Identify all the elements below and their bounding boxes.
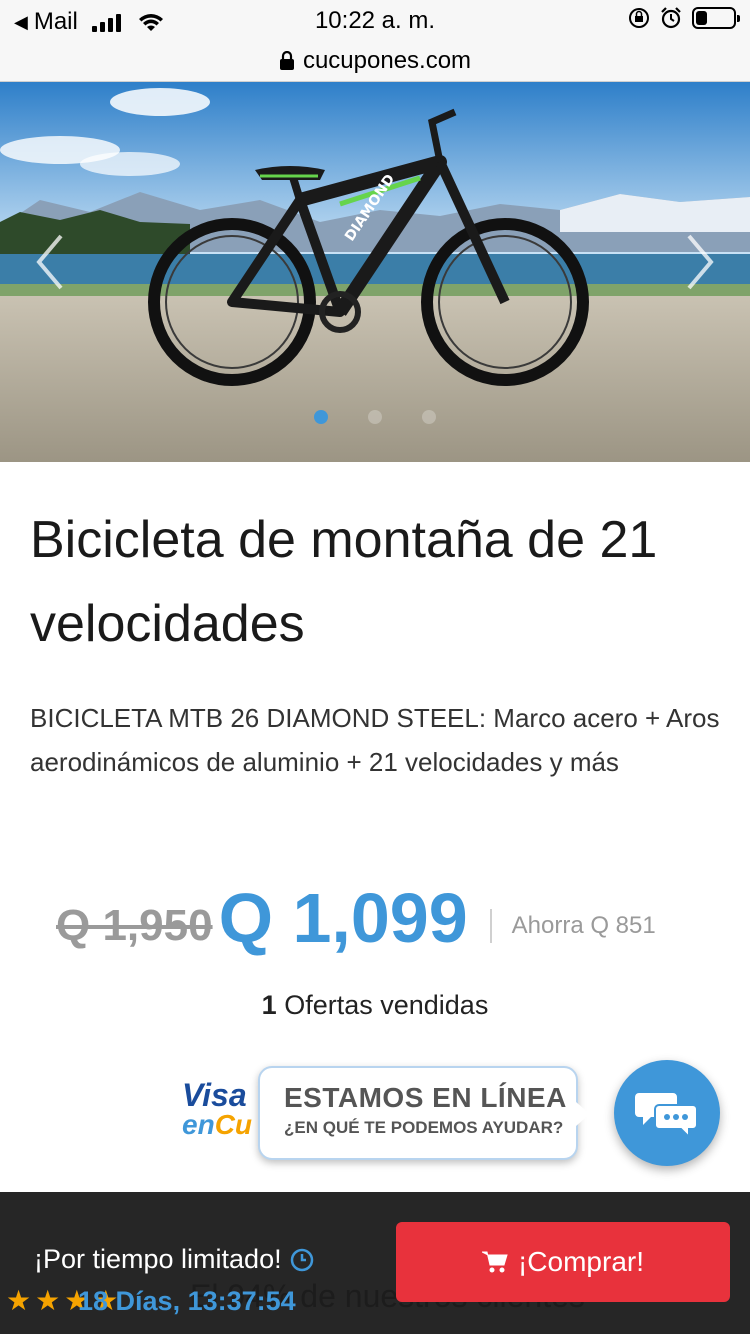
countdown-clock: 13:37:54 xyxy=(187,1286,296,1316)
original-price: Q 1,950 xyxy=(56,901,213,950)
chat-subtitle: ¿EN QUÉ TE PODEMOS AYUDAR? xyxy=(284,1118,564,1137)
battery-level xyxy=(696,11,707,25)
address-bar[interactable]: cucupones.com xyxy=(0,40,750,82)
visa-logo-line2: enCu xyxy=(182,1110,252,1140)
carousel-dot[interactable] xyxy=(368,410,382,424)
bicycle-product-image: DIAMOND xyxy=(0,82,750,462)
status-bar: ◀ Mail 10:22 a. m. xyxy=(0,0,750,40)
sale-price: Q 1,099 xyxy=(218,879,468,957)
sticky-purchase-bar: ★★★★ El 94% de nuestros clientes ¡Por ti… xyxy=(0,1192,750,1334)
chevron-left-icon xyxy=(36,234,63,290)
online-chat-bubble[interactable]: ESTAMOS EN LÍNEA ¿EN QUÉ TE PODEMOS AYUD… xyxy=(258,1066,590,1160)
visa-en-cuotas-logo: Visa enCu xyxy=(182,1077,252,1140)
lock-icon xyxy=(279,50,294,70)
savings-amount: Ahorra Q 851 xyxy=(511,912,656,939)
visa-logo-line1: Visa xyxy=(182,1077,247,1113)
limited-time-text: ¡Por tiempo limitado! xyxy=(34,1244,282,1274)
orientation-lock-icon xyxy=(629,8,649,28)
sold-label: Ofertas vendidas xyxy=(284,990,489,1020)
buy-button[interactable]: ¡Comprar! xyxy=(396,1222,730,1302)
price-row: Q 1,950 Q 1,099 Ahorra Q 851 xyxy=(56,878,656,958)
product-description: BICICLETA MTB 26 DIAMOND STEEL: Marco ac… xyxy=(30,703,720,777)
product-image-carousel[interactable]: DIAMOND xyxy=(0,82,750,462)
status-right xyxy=(628,7,740,29)
product-title: Bicicleta de montaña de 21 velocidades xyxy=(30,511,658,653)
url-text[interactable]: cucupones.com xyxy=(303,47,471,75)
visa-logo-cu: Cu xyxy=(214,1109,253,1140)
offers-sold: 1 Ofertas vendidas xyxy=(0,990,750,1021)
visa-logo-en: en xyxy=(182,1109,215,1140)
alarm-icon xyxy=(661,7,681,29)
carousel-dot[interactable] xyxy=(422,410,436,424)
battery-icon xyxy=(692,7,740,29)
shopping-cart-icon xyxy=(481,1251,508,1273)
sold-count: 1 xyxy=(261,990,277,1020)
chat-open-button[interactable] xyxy=(614,1060,720,1166)
price-divider xyxy=(489,909,492,943)
countdown-days: 18 Días, xyxy=(78,1286,181,1316)
carousel-dot[interactable] xyxy=(314,410,328,424)
carousel-indicators xyxy=(0,410,750,424)
countdown-timer: 18 Días, 13:37:54 xyxy=(78,1286,296,1317)
buy-button-label[interactable]: ¡Comprar! xyxy=(518,1246,644,1278)
chat-bubbles-icon xyxy=(635,1093,698,1139)
chat-title: ESTAMOS EN LÍNEA xyxy=(284,1082,567,1113)
chevron-right-icon xyxy=(687,234,714,290)
clock-icon xyxy=(290,1248,313,1271)
carousel-next-button[interactable] xyxy=(680,227,720,297)
limited-time-label: ¡Por tiempo limitado! xyxy=(34,1244,314,1275)
carousel-prev-button[interactable] xyxy=(30,227,70,297)
